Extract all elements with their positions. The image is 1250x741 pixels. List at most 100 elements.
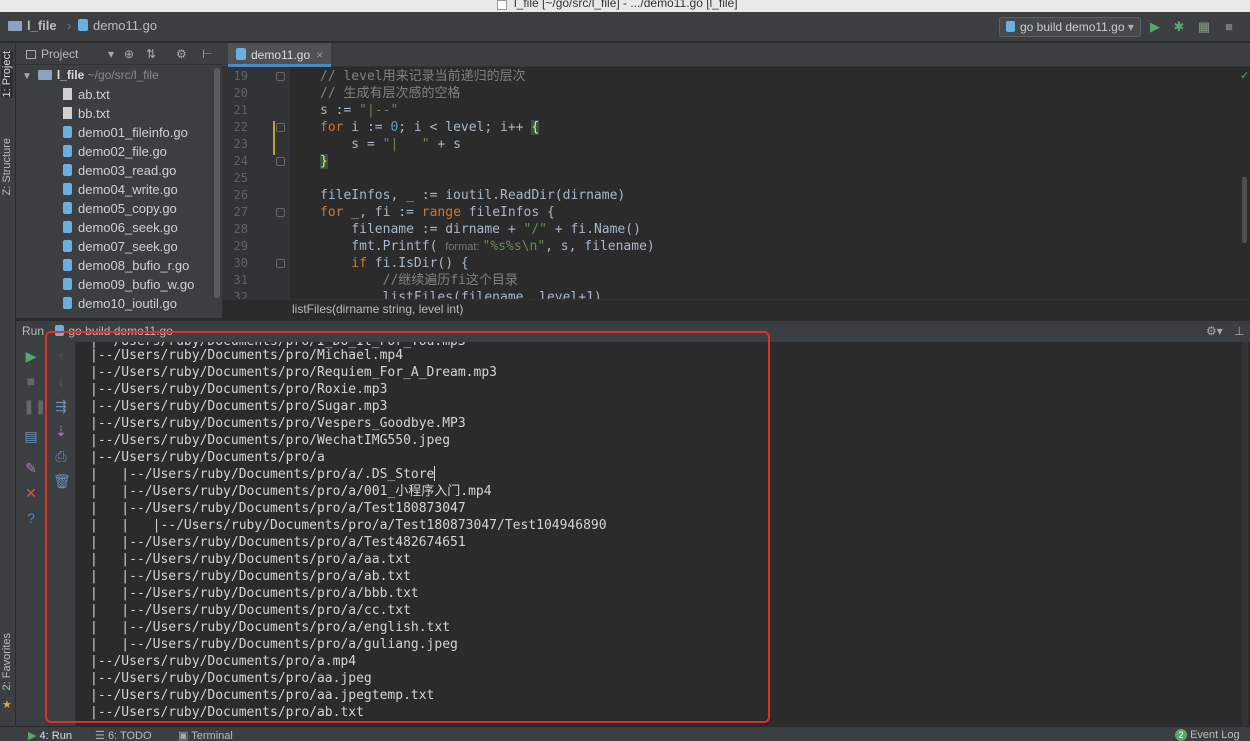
tab-favorites[interactable]: 2: Favorites	[1, 633, 13, 690]
todo-icon: ☰	[95, 730, 105, 741]
project-panel-header: Project ▾ ⊕ ⇅ ⚙ ⊢	[16, 43, 222, 65]
go-file-icon	[1006, 21, 1015, 32]
close-icon[interactable]: ×	[316, 48, 323, 62]
window-titlebar: l_file [~/go/src/l_file] - .../demo11.go…	[0, 0, 1250, 12]
fold-marker-icon[interactable]	[276, 72, 285, 81]
go-file-icon	[63, 126, 72, 138]
tree-file-item[interactable]: demo07_seek.go	[63, 239, 178, 258]
window-title: l_file [~/go/src/l_file] - .../demo11.go…	[514, 0, 738, 10]
fold-marker-icon[interactable]	[276, 157, 285, 166]
go-file-icon	[63, 240, 72, 252]
line-number: 30	[233, 256, 248, 270]
line-number: 28	[233, 222, 248, 236]
code-line-30: if fi.IsDir() {	[320, 256, 469, 271]
run-configuration-select[interactable]: go build demo11.go ▾	[999, 17, 1141, 37]
tree-root[interactable]: ▼ l_file ~/go/src/l_file	[22, 68, 159, 82]
tree-file-item[interactable]: demo02_file.go	[63, 144, 167, 163]
line-number: 29	[233, 239, 248, 253]
hide-panel-icon[interactable]: ⊥	[1234, 324, 1244, 338]
hide-panel-icon[interactable]: ⊢	[202, 47, 212, 61]
stop-icon[interactable]: ■	[1222, 20, 1236, 34]
line-number: 32	[233, 290, 248, 299]
brace-match-marker	[273, 121, 275, 155]
go-file-icon	[236, 48, 246, 60]
line-number: 26	[233, 188, 248, 202]
run-icon: ▶	[28, 730, 37, 741]
run-icon[interactable]: ▶	[1148, 20, 1162, 34]
go-file-icon	[63, 145, 72, 157]
code-line-20: // 生成有层次感的空格	[320, 86, 461, 101]
layout-icon[interactable]: ▤	[23, 428, 39, 444]
line-number: 27	[233, 205, 248, 219]
breadcrumb-file[interactable]: demo11.go	[78, 18, 157, 33]
tree-file-item[interactable]: demo10_ioutil.go	[63, 296, 177, 315]
code-line-24: }	[320, 154, 328, 169]
tree-file-item[interactable]: demo05_copy.go	[63, 201, 177, 220]
chevron-down-icon[interactable]: ▾	[108, 47, 114, 61]
fold-marker-icon[interactable]	[276, 259, 285, 268]
gear-icon[interactable]: ⚙▾	[1206, 324, 1223, 338]
event-log-button[interactable]: 2 Event Log	[1175, 729, 1240, 741]
terminal-icon: ▣	[178, 730, 189, 741]
coverage-icon[interactable]: ▦	[1197, 20, 1211, 34]
code-line-27: for _, fi := range fileInfos {	[320, 205, 555, 220]
code-breadcrumb[interactable]: listFiles(dirname string, level int)	[222, 299, 1250, 319]
code-editor[interactable]: // level用来记录当前递归的层次 // 生成有层次感的空格 s := "|…	[290, 67, 1250, 299]
left-tool-strip: 1: Project Z: Structure 2: Favorites ★	[0, 43, 16, 726]
star-icon: ★	[2, 699, 12, 711]
tree-file-item[interactable]: demo03_read.go	[63, 163, 176, 182]
fold-marker-icon[interactable]	[276, 208, 285, 217]
tree-file-item[interactable]: demo04_write.go	[63, 182, 178, 201]
expand-arrow-icon[interactable]: ▼	[22, 71, 32, 82]
pin-icon[interactable]: ✎	[23, 460, 39, 476]
pause-icon[interactable]: ❚❚	[23, 398, 46, 414]
code-line-31: //继续遍历fi这个目录	[320, 273, 518, 288]
folder-icon	[37, 70, 52, 80]
project-panel: Project ▾ ⊕ ⇅ ⚙ ⊢ ▼ l_file ~/go/src/l_fil…	[16, 43, 222, 318]
gear-icon[interactable]: ⚙	[176, 47, 187, 61]
run-panel-label: Run	[22, 324, 45, 338]
help-icon[interactable]: ?	[23, 510, 39, 526]
code-line-19: // level用来记录当前递归的层次	[320, 69, 526, 84]
line-number: 19	[233, 69, 248, 83]
breadcrumb-project[interactable]: l_file	[8, 18, 57, 33]
tab-project[interactable]: 1: Project	[1, 51, 13, 98]
collapse-all-icon[interactable]: ⇅	[146, 47, 156, 61]
go-file-icon	[63, 278, 72, 290]
debug-icon[interactable]: ✱	[1172, 20, 1186, 34]
code-line-28: filename := dirname + "/" + fi.Name()	[320, 222, 641, 237]
tab-todo[interactable]: ☰ 6: TODO	[95, 729, 152, 741]
folder-icon	[8, 21, 22, 31]
go-file-icon	[63, 221, 72, 233]
tab-terminal[interactable]: ▣ Terminal	[178, 729, 233, 741]
editor-scrollbar[interactable]	[1242, 177, 1247, 243]
check-icon: ✓	[1240, 70, 1250, 82]
fold-marker-icon[interactable]	[276, 123, 285, 132]
tab-run[interactable]: ▶ 4: Run	[28, 729, 72, 741]
go-file-icon	[63, 259, 72, 271]
breadcrumb-separator: ›	[67, 18, 72, 33]
go-file-icon	[63, 164, 72, 176]
line-number: 22	[233, 120, 248, 134]
tree-file-item[interactable]: demo08_bufio_r.go	[63, 258, 189, 277]
tree-file-item[interactable]: demo06_seek.go	[63, 220, 178, 239]
go-file-icon	[63, 183, 72, 195]
tree-file-item[interactable]: ab.txt	[63, 87, 110, 106]
scroll-from-source-icon[interactable]: ⊕	[124, 47, 134, 61]
bottom-tool-bar: ▶ 4: Run ☰ 6: TODO ▣ Terminal 2 Event Lo…	[0, 726, 1250, 741]
console-scrollbar[interactable]	[1242, 342, 1248, 726]
code-line-22: for i := 0; i < level; i++ {	[320, 120, 540, 135]
project-view-selector[interactable]: Project	[41, 47, 78, 61]
stop-icon[interactable]: ■	[23, 373, 39, 389]
rerun-icon[interactable]: ▶	[23, 348, 39, 364]
tab-demo11-go[interactable]: demo11.go ×	[228, 43, 332, 67]
close-icon[interactable]: ✕	[23, 485, 39, 501]
tree-file-item[interactable]: demo09_bufio_w.go	[63, 277, 194, 296]
project-scrollbar[interactable]	[214, 68, 220, 298]
code-line-21: s := "|--"	[320, 103, 399, 118]
tree-file-item[interactable]: demo01_fileinfo.go	[63, 125, 188, 144]
tab-structure[interactable]: Z: Structure	[1, 138, 13, 195]
line-number: 25	[233, 171, 248, 185]
tree-file-item[interactable]: bb.txt	[63, 106, 110, 125]
line-number: 31	[233, 273, 248, 287]
